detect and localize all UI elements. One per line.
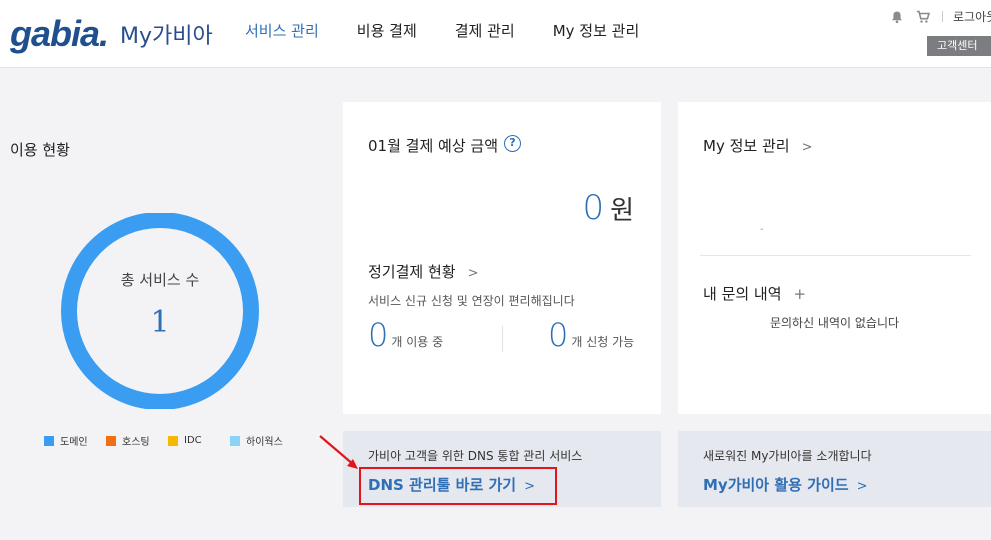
logout-link[interactable]: 로그아웃 <box>953 8 991 25</box>
help-icon[interactable]: ? <box>504 135 521 152</box>
nav-cost-payment[interactable]: 비용 결제 <box>357 20 417 41</box>
dns-banner-desc: 가비아 고객을 위한 DNS 통합 관리 서비스 <box>368 449 583 463</box>
available-count: 0 <box>548 316 569 354</box>
billing-amount: 0 원 <box>582 188 634 228</box>
available-label: 개 신청 가능 <box>571 335 635 349</box>
chevron-right-icon: > <box>467 266 479 281</box>
legend-label: 호스팅 <box>122 437 150 448</box>
inquiry-link[interactable]: 내 문의 내역 + <box>703 283 806 304</box>
billing-card: 01월 결제 예상 금액 ? 0 원 정기결제 현황 > 서비스 신규 신청 및 … <box>343 102 661 414</box>
in-use-count: 0 <box>368 316 389 354</box>
in-use-label: 개 이용 중 <box>391 335 444 349</box>
usage-legend: 도메인 호스팅 IDC 하이웍스 <box>44 433 300 448</box>
usage-title: 이용 현황 <box>10 141 70 159</box>
chevron-right-icon: > <box>801 140 813 155</box>
stat-divider <box>502 326 503 352</box>
gabia-logo[interactable]: gabia. My가비아 <box>10 14 213 54</box>
nav-payment-management[interactable]: 결제 관리 <box>455 20 515 41</box>
main-nav: 서비스 관리 비용 결제 결제 관리 My 정보 관리 <box>245 20 677 41</box>
plus-icon: + <box>793 285 807 303</box>
top-utility-bar: 로그아웃 <box>890 8 991 25</box>
cart-icon[interactable] <box>916 10 930 24</box>
amount-value: 0 <box>582 188 605 228</box>
annotation-arrow-icon <box>319 435 358 469</box>
legend-label: 도메인 <box>60 437 88 448</box>
chevron-right-icon: > <box>856 479 868 494</box>
available-stat: 0 개 신청 가능 <box>548 316 634 354</box>
bell-icon[interactable] <box>890 10 904 24</box>
legend-domain: 도메인 <box>44 433 106 448</box>
top-separator <box>942 11 943 22</box>
guide-banner: 새로워진 My가비아를 소개합니다 My가비아 활용 가이드 > <box>678 431 991 507</box>
top-header: gabia. My가비아 서비스 관리 비용 결제 결제 관리 My 정보 관리… <box>0 0 991 68</box>
info-placeholder-dash: - <box>760 224 764 235</box>
total-services-value: 1 <box>150 305 170 340</box>
my-info-link[interactable]: My 정보 관리 > <box>703 135 812 156</box>
guide-link[interactable]: My가비아 활용 가이드 > <box>703 474 867 495</box>
legend-swatch-hosting <box>106 435 116 446</box>
legend-label: IDC <box>184 435 202 446</box>
my-info-card: My 정보 관리 > - 내 문의 내역 + 문의하신 내역이 없습니다 <box>678 102 991 414</box>
legend-swatch-hiworks <box>230 435 240 446</box>
logo-subtitle: My가비아 <box>120 24 213 49</box>
customer-center-button[interactable]: 고객센터 <box>927 36 991 56</box>
in-use-stat: 0 개 이용 중 <box>368 316 443 354</box>
legend-swatch-domain <box>44 435 54 446</box>
legend-label: 하이웍스 <box>246 437 283 448</box>
inquiry-empty-message: 문의하신 내역이 없습니다 <box>769 316 900 330</box>
regular-payment-title: 정기결제 현황 <box>368 263 456 281</box>
logo-text: gabia. <box>10 13 109 54</box>
inquiry-title: 내 문의 내역 <box>703 285 782 303</box>
highlight-box <box>359 467 557 505</box>
billing-estimate-title: 01월 결제 예상 금액 <box>368 137 498 155</box>
total-services-label: 총 서비스 수 <box>120 271 200 289</box>
my-info-title: My 정보 관리 <box>703 137 790 155</box>
regular-payment-desc: 서비스 신규 신청 및 연장이 편리해집니다 <box>368 294 575 308</box>
usage-donut-chart: 총 서비스 수 1 <box>52 212 268 410</box>
amount-unit: 원 <box>610 196 634 226</box>
guide-banner-desc: 새로워진 My가비아를 소개합니다 <box>703 449 872 463</box>
legend-idc: IDC <box>168 433 230 448</box>
legend-hosting: 호스팅 <box>106 433 168 448</box>
nav-my-info-management[interactable]: My 정보 관리 <box>553 20 640 41</box>
legend-hiworks: 하이웍스 <box>230 433 300 448</box>
regular-payment-link[interactable]: 정기결제 현황 > <box>368 261 478 282</box>
legend-swatch-idc <box>168 435 178 446</box>
nav-service-management[interactable]: 서비스 관리 <box>245 20 319 41</box>
guide-link-label: My가비아 활용 가이드 <box>703 476 849 494</box>
info-divider <box>700 255 971 256</box>
